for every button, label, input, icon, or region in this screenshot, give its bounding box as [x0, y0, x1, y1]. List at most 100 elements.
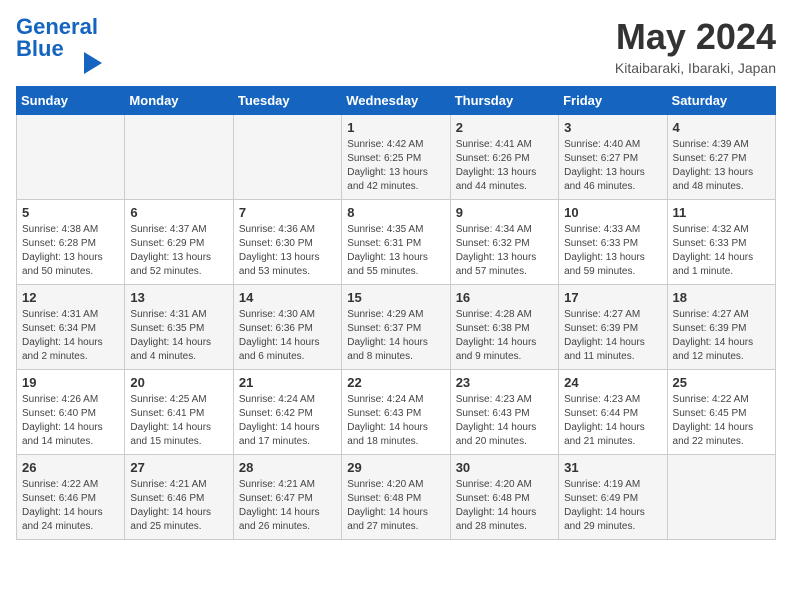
day-info: Sunrise: 4:27 AM Sunset: 6:39 PM Dayligh…	[564, 308, 661, 364]
col-thursday: Thursday	[450, 87, 558, 115]
day-number: 2	[456, 120, 553, 135]
day-number: 13	[130, 290, 227, 305]
day-number: 10	[564, 205, 661, 220]
day-number: 9	[456, 205, 553, 220]
calendar-cell-w3-d7: 18Sunrise: 4:27 AM Sunset: 6:39 PM Dayli…	[667, 285, 775, 370]
page-header: General Blue May 2024 Kitaibaraki, Ibara…	[16, 16, 776, 76]
calendar-cell-w1-d3	[233, 115, 341, 200]
day-number: 19	[22, 375, 119, 390]
day-info: Sunrise: 4:25 AM Sunset: 6:41 PM Dayligh…	[130, 393, 227, 449]
day-number: 7	[239, 205, 336, 220]
col-wednesday: Wednesday	[342, 87, 450, 115]
calendar-cell-w5-d2: 27 Sunrise: 4:21 AM Sunset: 6:46 PM Dayli…	[125, 455, 233, 540]
calendar-cell-w4-d6: 24Sunrise: 4:23 AM Sunset: 6:44 PM Dayli…	[559, 370, 667, 455]
day-info: Sunrise: 4:21 AM Sunset: 6:47 PM Dayligh…	[239, 478, 336, 534]
calendar-week-2: 5Sunrise: 4:38 AM Sunset: 6:28 PM Daylig…	[17, 200, 776, 285]
day-number: 20	[130, 375, 227, 390]
calendar-cell-w2-d5: 9 Sunrise: 4:34 AM Sunset: 6:32 PM Daylig…	[450, 200, 558, 285]
day-info: Sunrise: 4:34 AM Sunset: 6:32 PM Dayligh…	[456, 223, 553, 279]
day-number: 30	[456, 460, 553, 475]
day-number: 29	[347, 460, 444, 475]
col-saturday: Saturday	[667, 87, 775, 115]
day-number: 27	[130, 460, 227, 475]
day-info: Sunrise: 4:41 AM Sunset: 6:26 PM Dayligh…	[456, 138, 553, 194]
calendar-cell-w1-d1	[17, 115, 125, 200]
day-number: 14	[239, 290, 336, 305]
day-info: Sunrise: 4:20 AM Sunset: 6:48 PM Dayligh…	[456, 478, 553, 534]
day-info: Sunrise: 4:19 AM Sunset: 6:49 PM Dayligh…	[564, 478, 661, 534]
calendar-header-row: Sunday Monday Tuesday Wednesday Thursday…	[17, 87, 776, 115]
calendar-week-4: 19 Sunrise: 4:26 AM Sunset: 6:40 PM Dayli…	[17, 370, 776, 455]
calendar-week-3: 12 Sunrise: 4:31 AM Sunset: 6:34 PM Dayli…	[17, 285, 776, 370]
calendar-cell-w2-d6: 10Sunrise: 4:33 AM Sunset: 6:33 PM Dayli…	[559, 200, 667, 285]
logo-blue: Blue	[16, 36, 64, 61]
calendar-cell-w1-d7: 4 Sunrise: 4:39 AM Sunset: 6:27 PM Daylig…	[667, 115, 775, 200]
calendar-cell-w4-d4: 22Sunrise: 4:24 AM Sunset: 6:43 PM Dayli…	[342, 370, 450, 455]
day-info: Sunrise: 4:24 AM Sunset: 6:42 PM Dayligh…	[239, 393, 336, 449]
day-info: Sunrise: 4:26 AM Sunset: 6:40 PM Dayligh…	[22, 393, 119, 449]
title-block: May 2024 Kitaibaraki, Ibaraki, Japan	[615, 16, 776, 76]
day-number: 26	[22, 460, 119, 475]
calendar-cell-w5-d5: 30 Sunrise: 4:20 AM Sunset: 6:48 PM Dayli…	[450, 455, 558, 540]
calendar-cell-w4-d7: 25 Sunrise: 4:22 AM Sunset: 6:45 PM Dayli…	[667, 370, 775, 455]
day-info: Sunrise: 4:30 AM Sunset: 6:36 PM Dayligh…	[239, 308, 336, 364]
day-number: 24	[564, 375, 661, 390]
day-info: Sunrise: 4:37 AM Sunset: 6:29 PM Dayligh…	[130, 223, 227, 279]
calendar-cell-w4-d3: 21 Sunrise: 4:24 AM Sunset: 6:42 PM Dayli…	[233, 370, 341, 455]
day-info: Sunrise: 4:35 AM Sunset: 6:31 PM Dayligh…	[347, 223, 444, 279]
calendar-cell-w1-d2	[125, 115, 233, 200]
day-number: 21	[239, 375, 336, 390]
calendar-cell-w2-d3: 7Sunrise: 4:36 AM Sunset: 6:30 PM Daylig…	[233, 200, 341, 285]
calendar-cell-w5-d4: 29Sunrise: 4:20 AM Sunset: 6:48 PM Dayli…	[342, 455, 450, 540]
day-number: 28	[239, 460, 336, 475]
day-number: 3	[564, 120, 661, 135]
logo: General Blue	[16, 16, 102, 74]
day-number: 1	[347, 120, 444, 135]
day-number: 18	[673, 290, 770, 305]
day-number: 11	[673, 205, 770, 220]
day-number: 25	[673, 375, 770, 390]
logo-arrow-icon	[84, 52, 102, 74]
col-tuesday: Tuesday	[233, 87, 341, 115]
calendar-cell-w2-d1: 5Sunrise: 4:38 AM Sunset: 6:28 PM Daylig…	[17, 200, 125, 285]
day-number: 17	[564, 290, 661, 305]
calendar-cell-w1-d6: 3 Sunrise: 4:40 AM Sunset: 6:27 PM Daylig…	[559, 115, 667, 200]
day-info: Sunrise: 4:24 AM Sunset: 6:43 PM Dayligh…	[347, 393, 444, 449]
day-number: 6	[130, 205, 227, 220]
calendar-cell-w2-d7: 11Sunrise: 4:32 AM Sunset: 6:33 PM Dayli…	[667, 200, 775, 285]
day-number: 15	[347, 290, 444, 305]
day-number: 4	[673, 120, 770, 135]
day-number: 16	[456, 290, 553, 305]
day-info: Sunrise: 4:21 AM Sunset: 6:46 PM Dayligh…	[130, 478, 227, 534]
col-sunday: Sunday	[17, 87, 125, 115]
day-info: Sunrise: 4:28 AM Sunset: 6:38 PM Dayligh…	[456, 308, 553, 364]
calendar-week-1: 1Sunrise: 4:42 AM Sunset: 6:25 PM Daylig…	[17, 115, 776, 200]
day-number: 12	[22, 290, 119, 305]
calendar-cell-w5-d1: 26Sunrise: 4:22 AM Sunset: 6:46 PM Dayli…	[17, 455, 125, 540]
calendar-cell-w4-d5: 23Sunrise: 4:23 AM Sunset: 6:43 PM Dayli…	[450, 370, 558, 455]
day-info: Sunrise: 4:22 AM Sunset: 6:45 PM Dayligh…	[673, 393, 770, 449]
calendar-cell-w5-d6: 31 Sunrise: 4:19 AM Sunset: 6:49 PM Dayli…	[559, 455, 667, 540]
calendar-cell-w5-d7	[667, 455, 775, 540]
calendar-cell-w2-d4: 8 Sunrise: 4:35 AM Sunset: 6:31 PM Daylig…	[342, 200, 450, 285]
calendar-week-5: 26Sunrise: 4:22 AM Sunset: 6:46 PM Dayli…	[17, 455, 776, 540]
day-info: Sunrise: 4:23 AM Sunset: 6:43 PM Dayligh…	[456, 393, 553, 449]
col-friday: Friday	[559, 87, 667, 115]
calendar-table: Sunday Monday Tuesday Wednesday Thursday…	[16, 86, 776, 540]
location-subtitle: Kitaibaraki, Ibaraki, Japan	[615, 60, 776, 76]
day-number: 5	[22, 205, 119, 220]
calendar-cell-w3-d1: 12 Sunrise: 4:31 AM Sunset: 6:34 PM Dayli…	[17, 285, 125, 370]
calendar-cell-w3-d2: 13Sunrise: 4:31 AM Sunset: 6:35 PM Dayli…	[125, 285, 233, 370]
day-info: Sunrise: 4:29 AM Sunset: 6:37 PM Dayligh…	[347, 308, 444, 364]
day-info: Sunrise: 4:39 AM Sunset: 6:27 PM Dayligh…	[673, 138, 770, 194]
day-info: Sunrise: 4:40 AM Sunset: 6:27 PM Dayligh…	[564, 138, 661, 194]
day-number: 8	[347, 205, 444, 220]
calendar-cell-w4-d1: 19 Sunrise: 4:26 AM Sunset: 6:40 PM Dayli…	[17, 370, 125, 455]
calendar-cell-w3-d3: 14 Sunrise: 4:30 AM Sunset: 6:36 PM Dayli…	[233, 285, 341, 370]
day-number: 31	[564, 460, 661, 475]
day-info: Sunrise: 4:31 AM Sunset: 6:34 PM Dayligh…	[22, 308, 119, 364]
calendar-cell-w4-d2: 20 Sunrise: 4:25 AM Sunset: 6:41 PM Dayli…	[125, 370, 233, 455]
calendar-cell-w3-d6: 17 Sunrise: 4:27 AM Sunset: 6:39 PM Dayli…	[559, 285, 667, 370]
month-year-title: May 2024	[615, 16, 776, 58]
calendar-cell-w3-d4: 15 Sunrise: 4:29 AM Sunset: 6:37 PM Dayli…	[342, 285, 450, 370]
